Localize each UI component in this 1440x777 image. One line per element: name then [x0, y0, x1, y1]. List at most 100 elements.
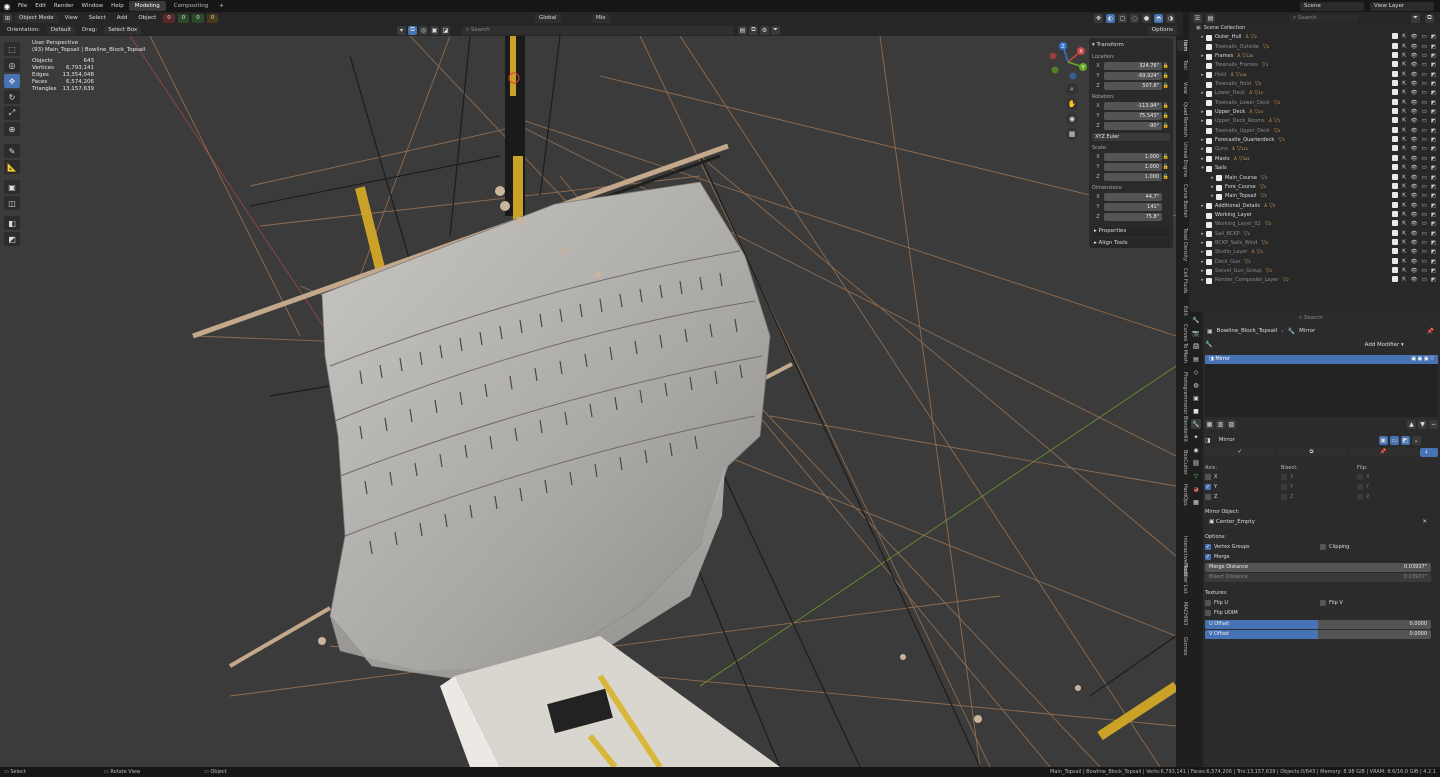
- eye-icon[interactable]: 👁: [1411, 164, 1418, 173]
- outliner-row[interactable]: ▸ Additional_Details ⅄ ▽₂ ⇱ 👁 ▭ ◩: [1189, 201, 1440, 211]
- sidebar-tab[interactable]: Quad Remesh: [1177, 102, 1188, 137]
- expand-toggle[interactable]: ▸: [1199, 52, 1206, 61]
- add-modifier-button[interactable]: Add Modifier ▾: [1330, 341, 1438, 350]
- monitor-icon[interactable]: ▭: [1422, 211, 1427, 220]
- rotation-x-row[interactable]: X -113.94° 🔓: [1092, 101, 1170, 110]
- dimensions-x-row[interactable]: X 44.7": [1092, 192, 1170, 201]
- eye-icon[interactable]: 👁: [1411, 99, 1418, 108]
- scale-z-row[interactable]: Z 1.000 🔓: [1092, 172, 1170, 181]
- outliner-row[interactable]: ▸ Hold ⅄ ▽₁₁₆ ⇱ 👁 ▭ ◩: [1189, 70, 1440, 80]
- transform-tool-icon[interactable]: ⊕: [4, 122, 20, 136]
- eye-icon[interactable]: 👁: [1411, 33, 1418, 42]
- hardops-tool-icon[interactable]: ◩: [4, 232, 20, 246]
- expand-toggle[interactable]: ▸: [1199, 230, 1206, 239]
- remove-icon[interactable]: −: [1429, 420, 1438, 429]
- outliner-row[interactable]: Treenails_Lower_Deck ▽₂ ⇱ 👁 ▭ ◩: [1189, 98, 1440, 108]
- outliner-row[interactable]: ▸ Guns ⅄ ▽₁₁₂ ⇱ 👁 ▭ ◩: [1189, 145, 1440, 154]
- filter-icon[interactable]: ▾: [397, 25, 406, 35]
- viewport-display-icon[interactable]: ▭: [1389, 435, 1399, 445]
- menu-render[interactable]: Render: [50, 0, 78, 12]
- camera-icon[interactable]: ◩: [1431, 136, 1436, 145]
- expand-toggle[interactable]: ▸: [1199, 71, 1206, 80]
- flip-y-checkbox[interactable]: Y: [1357, 483, 1433, 491]
- shading-wire-icon[interactable]: ◌: [1130, 13, 1139, 23]
- options-dropdown[interactable]: Options: [1147, 25, 1177, 35]
- expand-toggle[interactable]: ▸: [1199, 202, 1206, 211]
- select-arrow-icon[interactable]: ⇱: [1402, 43, 1407, 52]
- outliner-row[interactable]: ▸ Fore_Course ▽₂ ⇱ 👁 ▭ ◩: [1189, 182, 1440, 192]
- physics-tab-icon[interactable]: ◉: [1191, 445, 1201, 455]
- shading-rendered-icon[interactable]: ◑: [1166, 13, 1175, 23]
- select-arrow-icon[interactable]: ⇱: [1402, 276, 1407, 285]
- expand-toggle[interactable]: ▸: [1199, 239, 1206, 248]
- location-y-row[interactable]: Y -69.924" 🔓: [1092, 71, 1170, 80]
- exclude-checkbox[interactable]: [1392, 80, 1398, 87]
- move-tool-icon[interactable]: ✥: [4, 74, 20, 88]
- exclude-checkbox[interactable]: [1392, 248, 1398, 255]
- select-arrow-icon[interactable]: ⇱: [1402, 220, 1407, 229]
- sidebar-tab[interactable]: Tool: [1177, 60, 1188, 70]
- select-arrow-icon[interactable]: ⇱: [1402, 117, 1407, 126]
- monitor-icon[interactable]: ▭: [1422, 145, 1427, 154]
- exclude-checkbox[interactable]: [1392, 42, 1398, 49]
- eye-icon[interactable]: 👁: [1411, 136, 1418, 145]
- sidebar-tab[interactable]: Item: [1177, 40, 1188, 52]
- outliner-row[interactable]: ▸ Frames ⅄ ▽₁₂₆ ⇱ 👁 ▭ ◩: [1189, 52, 1440, 61]
- exclude-checkbox[interactable]: [1392, 266, 1398, 273]
- eye-icon[interactable]: 👁: [1411, 230, 1418, 239]
- eye-icon[interactable]: 👁: [1411, 192, 1418, 201]
- camera-icon[interactable]: ◩: [1431, 211, 1436, 220]
- sidebar-tab[interactable]: Curves To Mesh: [1177, 324, 1188, 363]
- expand-toggle[interactable]: ▸: [1199, 33, 1206, 42]
- outliner-row[interactable]: Working_Layer ⇱ 👁 ▭ ◩: [1189, 210, 1440, 220]
- sidebar-tab[interactable]: HardOps: [1177, 484, 1188, 506]
- camera-icon[interactable]: ◩: [1431, 258, 1436, 267]
- outliner-row[interactable]: Treenails_Outside ▽₂ ⇱ 👁 ▭ ◩: [1189, 42, 1440, 52]
- monitor-icon[interactable]: ▭: [1422, 99, 1427, 108]
- outliner-row[interactable]: Treenails_Upper_Deck ▽₂ ⇱ 👁 ▭ ◩: [1189, 126, 1440, 136]
- material-tab-icon[interactable]: ◕: [1191, 484, 1201, 494]
- monitor-icon[interactable]: ▭: [1422, 220, 1427, 229]
- select-arrow-icon[interactable]: ⇱: [1402, 80, 1407, 89]
- exclude-checkbox[interactable]: [1392, 220, 1398, 227]
- copy-icon[interactable]: ⧉: [749, 25, 758, 35]
- duplicate-button[interactable]: ⧉: [1276, 448, 1347, 457]
- camera-icon[interactable]: ◩: [1431, 267, 1436, 276]
- transform-orientation-dropdown[interactable]: Global: [535, 13, 561, 23]
- counter-ok[interactable]: 0: [177, 13, 190, 23]
- flip-z-checkbox[interactable]: Z: [1357, 493, 1433, 501]
- dimensions-y-row[interactable]: Y 141": [1092, 202, 1170, 211]
- rotation-z-row[interactable]: Z -90° 🔓: [1092, 121, 1170, 130]
- display-mode-icon[interactable]: ▤: [1206, 13, 1215, 23]
- camera-icon[interactable]: ◩: [1431, 192, 1436, 201]
- settings-icon[interactable]: ⚙: [760, 25, 769, 35]
- measure-tool-icon[interactable]: 📐: [4, 160, 20, 174]
- monitor-icon[interactable]: ▭: [1422, 258, 1427, 267]
- scene-tab-icon[interactable]: ◇: [1191, 367, 1201, 377]
- eye-icon[interactable]: 👁: [1411, 52, 1418, 61]
- output-tab-icon[interactable]: 🖨: [1191, 341, 1201, 351]
- menu-view[interactable]: View: [61, 14, 82, 23]
- scale-y-row[interactable]: Y 1.000 🔓: [1092, 162, 1170, 171]
- shading-material-icon[interactable]: ◓: [1154, 13, 1163, 23]
- monitor-icon[interactable]: ▭: [1422, 276, 1427, 285]
- monitor-icon[interactable]: ▭: [1422, 52, 1427, 61]
- transform-section-header[interactable]: ▾ Transform: [1092, 41, 1170, 50]
- 3d-viewport[interactable]: [0, 36, 1176, 767]
- select-tool-icon[interactable]: ⬚: [4, 42, 20, 56]
- box-cutter-tool-icon[interactable]: ◧: [4, 216, 20, 230]
- rotation-mode-dropdown[interactable]: XYZ Euler: [1092, 132, 1170, 141]
- outliner-row[interactable]: ▾ Sails ⇱ 👁 ▭ ◩: [1189, 164, 1440, 173]
- outliner-row[interactable]: ▸ Main_Course ▽₂ ⇱ 👁 ▭ ◩: [1189, 173, 1440, 183]
- camera-icon[interactable]: ◩: [1431, 230, 1436, 239]
- monitor-icon[interactable]: ▭: [1422, 248, 1427, 257]
- outliner-row[interactable]: ▸ Lower_Deck ⅄ ▽₁₀ ⇱ 👁 ▭ ◩: [1189, 89, 1440, 98]
- select-arrow-icon[interactable]: ⇱: [1402, 174, 1407, 183]
- add-workspace-icon[interactable]: +: [215, 0, 228, 12]
- select-arrow-icon[interactable]: ⇱: [1402, 183, 1407, 192]
- cube-tool-icon[interactable]: ◫: [4, 196, 20, 210]
- exclude-checkbox[interactable]: [1392, 136, 1398, 143]
- editmode-icon[interactable]: ▣: [1378, 435, 1388, 445]
- camera-icon[interactable]: ◩: [1431, 239, 1436, 248]
- eye-icon[interactable]: 👁: [1411, 61, 1418, 70]
